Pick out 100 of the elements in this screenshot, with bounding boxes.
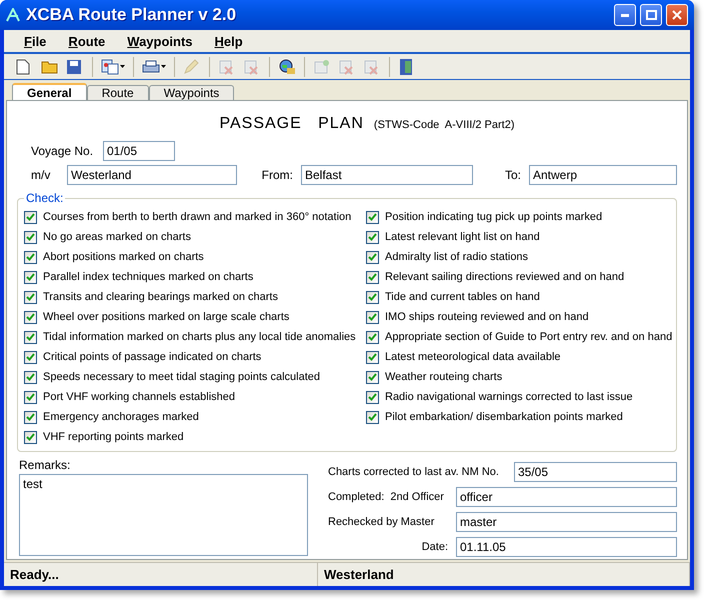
documents-icon: [101, 58, 119, 74]
checkbox[interactable]: [366, 330, 379, 344]
checkmark-icon: [368, 413, 377, 421]
checkbox[interactable]: [24, 250, 37, 264]
maximize-icon: [646, 10, 656, 20]
input-field[interactable]: officer: [456, 487, 677, 507]
menu-item[interactable]: Waypoints: [117, 32, 203, 50]
input-field[interactable]: Belfast: [301, 165, 473, 185]
tab[interactable]: Waypoints: [148, 85, 234, 100]
checkmark-icon: [368, 273, 377, 281]
checkbox-item[interactable]: Abort positions marked on charts: [24, 247, 204, 267]
form-title: PASSAGE PLAN: [219, 115, 364, 133]
status-text: Westerland: [318, 563, 690, 586]
checkmark-icon: [368, 213, 377, 221]
checkbox[interactable]: [366, 270, 379, 284]
checkmark-icon: [26, 413, 35, 421]
checkbox-item[interactable]: No go areas marked on charts: [24, 227, 191, 247]
input-field[interactable]: 01.11.05: [456, 537, 677, 557]
remarks-field[interactable]: test: [19, 474, 308, 556]
menu-item[interactable]: Route: [58, 32, 116, 50]
checkbox-item[interactable]: Appropriate section of Guide to Port entry rev. and on hand: [366, 327, 672, 347]
field-label: From:: [260, 168, 293, 182]
checkbox-item[interactable]: Tidal information marked on charts plus any local tide anomalies: [24, 327, 356, 347]
checkbox-item[interactable]: Latest meteorological data available: [366, 347, 561, 367]
checkbox[interactable]: [366, 350, 379, 364]
checkbox-item[interactable]: Critical points of passage indicated on charts: [24, 347, 262, 367]
input-field[interactable]: Westerland: [67, 165, 237, 185]
checkmark-icon: [26, 393, 35, 401]
checkbox[interactable]: [366, 210, 379, 224]
checkbox[interactable]: [24, 390, 37, 404]
checkbox-item[interactable]: Courses from berth to berth drawn and marked in 360° notation: [24, 207, 352, 227]
checkbox[interactable]: [24, 430, 37, 444]
checkbox-item[interactable]: Transits and clearing bearings marked on charts: [24, 287, 278, 307]
checkbox[interactable]: [366, 410, 379, 424]
window-title: XCBA Route Planner v 2.0: [26, 5, 238, 25]
checkmark-icon: [26, 313, 35, 321]
checkbox[interactable]: [366, 310, 379, 324]
field-label: Date:: [420, 541, 448, 553]
status-text: Ready...: [4, 563, 318, 586]
checkbox[interactable]: [24, 370, 37, 384]
menu-item[interactable]: File: [14, 32, 56, 50]
folder-icon: [41, 59, 59, 74]
delete-page-icon: [338, 58, 354, 74]
checkbox-item[interactable]: Pilot embarkation/ disembarkation points marked: [366, 407, 623, 427]
checkbox[interactable]: [24, 290, 37, 304]
checkmark-icon: [368, 393, 377, 401]
checkbox-item[interactable]: Parallel index techniques marked on charts: [24, 267, 254, 287]
checkbox[interactable]: [366, 290, 379, 304]
checkbox[interactable]: [24, 350, 37, 364]
checkbox[interactable]: [24, 310, 37, 324]
input-field[interactable]: 01/05: [103, 141, 175, 161]
checkbox-item[interactable]: Latest relevant light list on hand: [366, 227, 540, 247]
close-button[interactable]: [666, 4, 688, 26]
checkbox-item[interactable]: Speeds necessary to meet tidal staging points calculated: [24, 367, 320, 387]
checkmark-icon: [368, 293, 377, 301]
checkbox-item[interactable]: Relevant sailing directions reviewed and on hand: [366, 267, 624, 287]
delete-page-icon: [218, 58, 234, 74]
checkbox[interactable]: [24, 230, 37, 244]
tab[interactable]: General: [12, 83, 87, 100]
input-field[interactable]: master: [456, 512, 677, 532]
checkmark-icon: [26, 233, 35, 241]
minimize-button[interactable]: [614, 4, 636, 26]
checkbox-item[interactable]: Position indicating tug pick up points marked: [366, 207, 602, 227]
add-page-icon: [313, 58, 329, 74]
field-label: To:: [504, 168, 521, 182]
printer-icon: [142, 58, 160, 74]
checkbox-item[interactable]: Port VHF working channels established: [24, 387, 235, 407]
menu-item[interactable]: Help: [204, 32, 253, 50]
checkmark-icon: [26, 373, 35, 381]
checkbox-item[interactable]: Weather routeing charts: [366, 367, 502, 387]
checkbox-item[interactable]: Emergency anchorages marked: [24, 407, 199, 427]
delete-page-icon: [243, 58, 259, 74]
checkmark-icon: [26, 213, 35, 221]
checkmark-icon: [368, 313, 377, 321]
checkbox-item[interactable]: IMO ships routeing reviewed and on hand: [366, 307, 589, 327]
checkbox-item[interactable]: Admiralty list of radio stations: [366, 247, 528, 267]
checkbox-item[interactable]: VHF reporting points marked: [24, 427, 184, 447]
input-field[interactable]: 35/05: [514, 462, 677, 482]
checkbox-item[interactable]: Radio navigational warnings corrected to last issue: [366, 387, 633, 407]
tab[interactable]: Route: [86, 85, 149, 100]
checkbox[interactable]: [366, 370, 379, 384]
form-subtitle: (STWS-Code A-VIII/2 Part2): [374, 119, 514, 131]
checkbox[interactable]: [366, 230, 379, 244]
checkbox-item[interactable]: Tide and current tables on hand: [366, 287, 540, 307]
field-label: Rechecked by Master: [328, 516, 436, 528]
checkbox[interactable]: [24, 410, 37, 424]
app-logo-icon: [6, 8, 22, 22]
group-label: Check:: [25, 191, 64, 205]
checkbox[interactable]: [24, 270, 37, 284]
checkbox[interactable]: [366, 250, 379, 264]
new-document-icon: [16, 58, 30, 74]
checkbox[interactable]: [24, 330, 37, 344]
input-field[interactable]: Antwerp: [529, 165, 677, 185]
globe-icon: [278, 58, 296, 74]
checkbox-item[interactable]: Wheel over positions marked on large scale charts: [24, 307, 290, 327]
checkbox[interactable]: [366, 390, 379, 404]
checkbox[interactable]: [24, 210, 37, 224]
close-icon: [672, 10, 682, 20]
pencil-icon: [183, 58, 199, 74]
maximize-button[interactable]: [640, 4, 662, 26]
